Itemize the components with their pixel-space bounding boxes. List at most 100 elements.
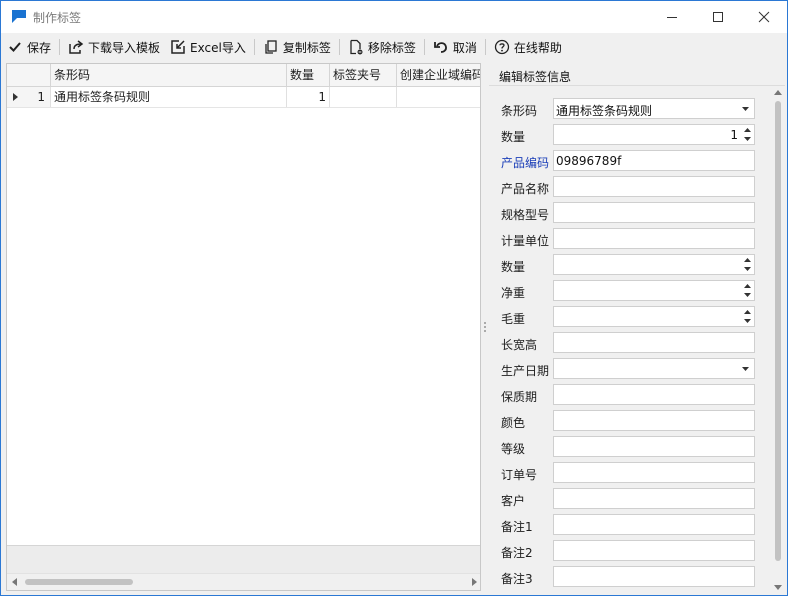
grade-field[interactable] (553, 436, 755, 457)
grid-footer (7, 545, 480, 574)
cell-domain-code[interactable] (397, 87, 480, 107)
field-row-barcode: 条形码 通用标签条码规则 (489, 98, 769, 120)
cell-barcode[interactable]: 通用标签条码规则 (51, 87, 287, 107)
remove-label-button[interactable]: 移除标签 (344, 35, 420, 59)
net-weight-stepper[interactable] (553, 280, 755, 301)
spin-up-icon[interactable] (741, 256, 753, 264)
remark-3-field[interactable] (553, 566, 755, 587)
remark-1-field[interactable] (553, 514, 755, 535)
app-logo-icon (12, 10, 26, 23)
unit-field[interactable] (553, 228, 755, 249)
spin-up-icon[interactable] (741, 308, 753, 316)
field-row-order-no: 订单号 (489, 462, 769, 484)
field-row-product-code: 产品编码 09896789f (489, 150, 769, 172)
scroll-up-icon[interactable] (774, 90, 782, 95)
copy-label-button[interactable]: 复制标签 (259, 35, 335, 59)
cell-folder-no[interactable] (330, 87, 397, 107)
copy-icon (263, 39, 279, 55)
spin-down-icon[interactable] (741, 135, 753, 143)
help-button[interactable]: 在线帮助 (490, 35, 566, 59)
spin-down-icon[interactable] (741, 265, 753, 273)
remark-2-field[interactable] (553, 540, 755, 561)
maximize-button[interactable] (695, 1, 741, 33)
column-header-domain-code[interactable]: 创建企业域编码 (397, 64, 480, 86)
column-header-quantity[interactable]: 数量 (287, 64, 330, 86)
close-button[interactable] (741, 1, 787, 33)
field-row-quantity: 数量 1 (489, 124, 769, 146)
label-grid[interactable]: 条形码 数量 标签夹号 创建企业域编码 1 通用标签条码规则 1 (6, 63, 481, 591)
field-row-color: 颜色 (489, 410, 769, 432)
vertical-scroll-thumb[interactable] (775, 101, 781, 561)
scroll-right-icon[interactable] (472, 578, 477, 586)
panel-title: 编辑标签信息 (499, 70, 572, 84)
net-weight-label: 净重 (501, 286, 526, 300)
save-label: 保存 (27, 40, 52, 55)
spin-down-icon[interactable] (741, 317, 753, 325)
cancel-button[interactable]: 取消 (429, 35, 481, 59)
toolbar-separator (59, 39, 61, 55)
scroll-down-icon[interactable] (774, 585, 782, 590)
horizontal-scrollbar[interactable] (7, 573, 480, 590)
production-date-picker[interactable] (553, 358, 755, 379)
column-header-barcode[interactable]: 条形码 (51, 64, 287, 86)
splitter-grip-icon (484, 322, 486, 332)
field-row-product-name: 产品名称 (489, 176, 769, 198)
quantity-2-stepper[interactable] (553, 254, 755, 275)
quantity-stepper[interactable]: 1 (553, 124, 755, 145)
remark-3-label: 备注3 (501, 572, 533, 586)
minimize-button[interactable] (649, 1, 695, 33)
spin-buttons (741, 256, 753, 273)
vertical-scrollbar[interactable] (771, 87, 785, 593)
field-row-shelf-life: 保质期 (489, 384, 769, 406)
cancel-label: 取消 (452, 40, 477, 55)
unit-label: 计量单位 (501, 234, 550, 248)
table-row[interactable]: 1 通用标签条码规则 1 (7, 87, 480, 108)
excel-import-button[interactable]: Excel导入 (166, 35, 250, 59)
quantity-2-label: 数量 (501, 260, 526, 274)
remove-doc-icon (348, 39, 364, 55)
chevron-down-icon (738, 359, 752, 378)
color-field[interactable] (553, 410, 755, 431)
product-code-label[interactable]: 产品编码 (501, 154, 549, 171)
spin-buttons (741, 126, 753, 143)
product-code-value: 09896789f (556, 154, 622, 168)
row-header[interactable]: 1 (7, 87, 51, 107)
field-row-gross-weight: 毛重 (489, 306, 769, 328)
order-no-field[interactable] (553, 462, 755, 483)
quantity-label: 数量 (501, 130, 526, 144)
dimensions-label: 长宽高 (501, 338, 538, 352)
order-no-label: 订单号 (501, 468, 538, 482)
column-header-folder-no[interactable]: 标签夹号 (330, 64, 397, 86)
edit-label-panel: 编辑标签信息 条形码 通用标签条码规则 数量 1 产品编码 09896789f … (489, 63, 785, 593)
download-template-button[interactable]: 下载导入模板 (64, 35, 164, 59)
checkmark-icon (7, 39, 23, 55)
spin-up-icon[interactable] (741, 282, 753, 290)
grade-label: 等级 (501, 442, 526, 456)
spin-up-icon[interactable] (741, 126, 753, 134)
product-code-field[interactable]: 09896789f (553, 150, 755, 171)
chevron-down-icon (738, 99, 752, 118)
field-row-production-date: 生产日期 (489, 358, 769, 380)
customer-label: 客户 (501, 494, 526, 508)
splitter-handle[interactable] (482, 63, 488, 591)
panel-divider (489, 85, 785, 86)
spin-down-icon[interactable] (741, 291, 753, 299)
scroll-left-icon[interactable] (12, 578, 17, 586)
barcode-value: 通用标签条码规则 (556, 104, 653, 118)
gross-weight-stepper[interactable] (553, 306, 755, 327)
export-icon (68, 39, 84, 55)
shelf-life-field[interactable] (553, 384, 755, 405)
copy-label-label: 复制标签 (282, 40, 331, 55)
cell-quantity[interactable]: 1 (287, 87, 330, 107)
spin-buttons (741, 308, 753, 325)
quantity-value: 1 (730, 128, 738, 142)
spec-model-field[interactable] (553, 202, 755, 223)
barcode-dropdown[interactable]: 通用标签条码规则 (553, 98, 755, 119)
help-icon (494, 39, 510, 55)
dimensions-field[interactable] (553, 332, 755, 353)
horizontal-scroll-thumb[interactable] (25, 579, 133, 585)
field-row-quantity-2: 数量 (489, 254, 769, 276)
customer-field[interactable] (553, 488, 755, 509)
save-button[interactable]: 保存 (3, 35, 55, 59)
product-name-field[interactable] (553, 176, 755, 197)
